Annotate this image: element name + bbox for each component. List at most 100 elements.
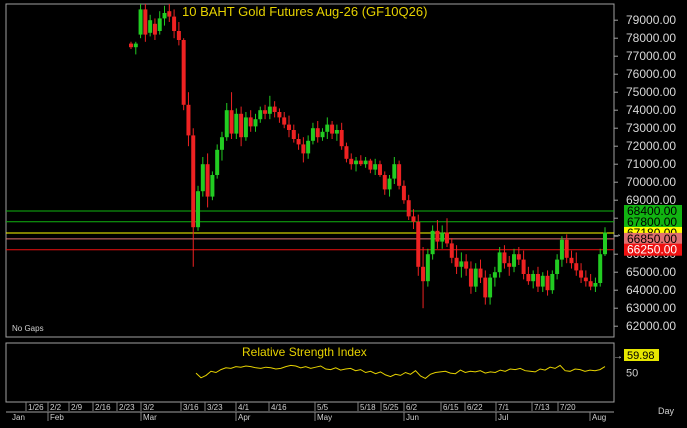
candle xyxy=(196,185,201,231)
date-tick-label: 7/1 xyxy=(498,403,510,412)
candle-body xyxy=(172,16,177,31)
candle-body xyxy=(473,268,478,287)
date-tick-label: 2/9 xyxy=(71,403,83,412)
candle-body xyxy=(339,130,344,147)
candle xyxy=(181,38,186,111)
date-tick-label: 2/23 xyxy=(119,403,135,412)
candle-body xyxy=(143,9,148,35)
date-tick-label: 2/2 xyxy=(50,403,62,412)
candle-body xyxy=(196,191,201,228)
price-tick-label: 74000.00 xyxy=(626,103,676,117)
candle-body xyxy=(526,274,531,282)
candle-body xyxy=(464,261,469,269)
date-tick-label: 4/16 xyxy=(271,403,287,412)
candle-body xyxy=(133,43,138,48)
candle-body xyxy=(287,124,291,130)
month-label: Jul xyxy=(498,413,508,422)
candle-body xyxy=(483,277,488,298)
candle-body xyxy=(267,106,272,114)
date-tick-label: 6/2 xyxy=(406,403,418,412)
candle-body xyxy=(512,254,517,267)
chart-title: 10 BAHT Gold Futures Aug-26 (GF10Q26) xyxy=(182,4,427,19)
candle-body xyxy=(210,175,215,197)
date-tick-label: 5/18 xyxy=(360,403,376,412)
candle-body xyxy=(229,110,234,134)
candle-body xyxy=(358,160,363,165)
candle-body xyxy=(425,254,430,282)
candle-body xyxy=(239,113,244,138)
month-label: May xyxy=(317,413,332,422)
date-tick-label: 7/13 xyxy=(534,403,550,412)
month-label: Jan xyxy=(12,413,25,422)
candle-body xyxy=(310,128,315,141)
candle-body xyxy=(301,144,306,154)
candle-body xyxy=(377,164,382,175)
candle-body xyxy=(411,216,416,222)
candle-body xyxy=(181,40,186,105)
candle-body xyxy=(330,124,335,134)
rsi-arrow-icon: → xyxy=(613,351,623,362)
candle-body xyxy=(291,130,296,139)
candle xyxy=(397,160,402,190)
candle-body xyxy=(306,140,311,154)
candle-body xyxy=(152,23,157,35)
candle-body xyxy=(593,283,598,287)
candle-body xyxy=(219,137,224,150)
date-tick-label: 3/23 xyxy=(207,403,223,412)
candle-body xyxy=(531,274,536,282)
month-label: Feb xyxy=(50,413,64,422)
candle-body xyxy=(392,164,397,179)
candle xyxy=(416,214,421,276)
candle xyxy=(598,248,603,287)
month-label: Aug xyxy=(592,413,606,422)
candle-body xyxy=(224,110,229,138)
candle-body xyxy=(435,230,440,242)
date-tick-label: 1/26 xyxy=(28,403,44,412)
price-tick-label: 65000.00 xyxy=(626,265,676,279)
candle-body xyxy=(559,239,564,260)
candle-body xyxy=(263,110,268,114)
candle-body xyxy=(325,124,330,132)
candle-body xyxy=(579,270,584,278)
price-tick-label: 78000.00 xyxy=(626,31,676,45)
price-tick-label: 79000.00 xyxy=(626,13,676,27)
rsi-value-tag: 59.98 xyxy=(627,350,655,362)
candle-body xyxy=(555,259,560,274)
date-tick-label: 5/25 xyxy=(383,403,399,412)
candle-body xyxy=(272,106,277,112)
candle-body xyxy=(167,11,172,17)
chart-window: 10 BAHT Gold Futures Aug-26 (GF10Q26) No… xyxy=(0,0,687,423)
candle-body xyxy=(277,112,282,118)
candle-body xyxy=(430,230,435,255)
gold-futures-chart: 10 BAHT Gold Futures Aug-26 (GF10Q26) No… xyxy=(5,3,682,422)
candle-body xyxy=(157,18,162,31)
price-tick-label: 63000.00 xyxy=(626,301,676,315)
date-tick-label: 6/22 xyxy=(467,403,483,412)
candle-body xyxy=(205,164,210,197)
price-tick-label: 77000.00 xyxy=(626,49,676,63)
candle-body xyxy=(334,130,339,134)
period-label: Day xyxy=(658,406,675,416)
candle-body xyxy=(282,117,287,125)
candle-body xyxy=(253,119,258,127)
candle-body xyxy=(598,254,603,283)
candle-body xyxy=(258,110,263,120)
date-tick-label: 2/16 xyxy=(95,403,111,412)
candle-body xyxy=(569,257,574,264)
candle-body xyxy=(138,9,143,35)
candle-body xyxy=(564,239,569,258)
candle-body xyxy=(368,160,373,170)
candle-body xyxy=(507,263,512,267)
date-tick-label: 5/5 xyxy=(317,403,329,412)
candle-body xyxy=(454,257,459,267)
candle-body xyxy=(200,164,205,192)
no-gaps-label: No Gaps xyxy=(12,324,44,333)
price-tick-label: 75000.00 xyxy=(626,85,676,99)
candle-body xyxy=(382,175,387,190)
price-tick-label: 71000.00 xyxy=(626,157,676,171)
candle-body xyxy=(191,135,196,228)
candle-body xyxy=(459,261,464,267)
candle-body xyxy=(234,113,239,134)
candle-body xyxy=(603,232,607,255)
candle-body xyxy=(488,277,493,298)
